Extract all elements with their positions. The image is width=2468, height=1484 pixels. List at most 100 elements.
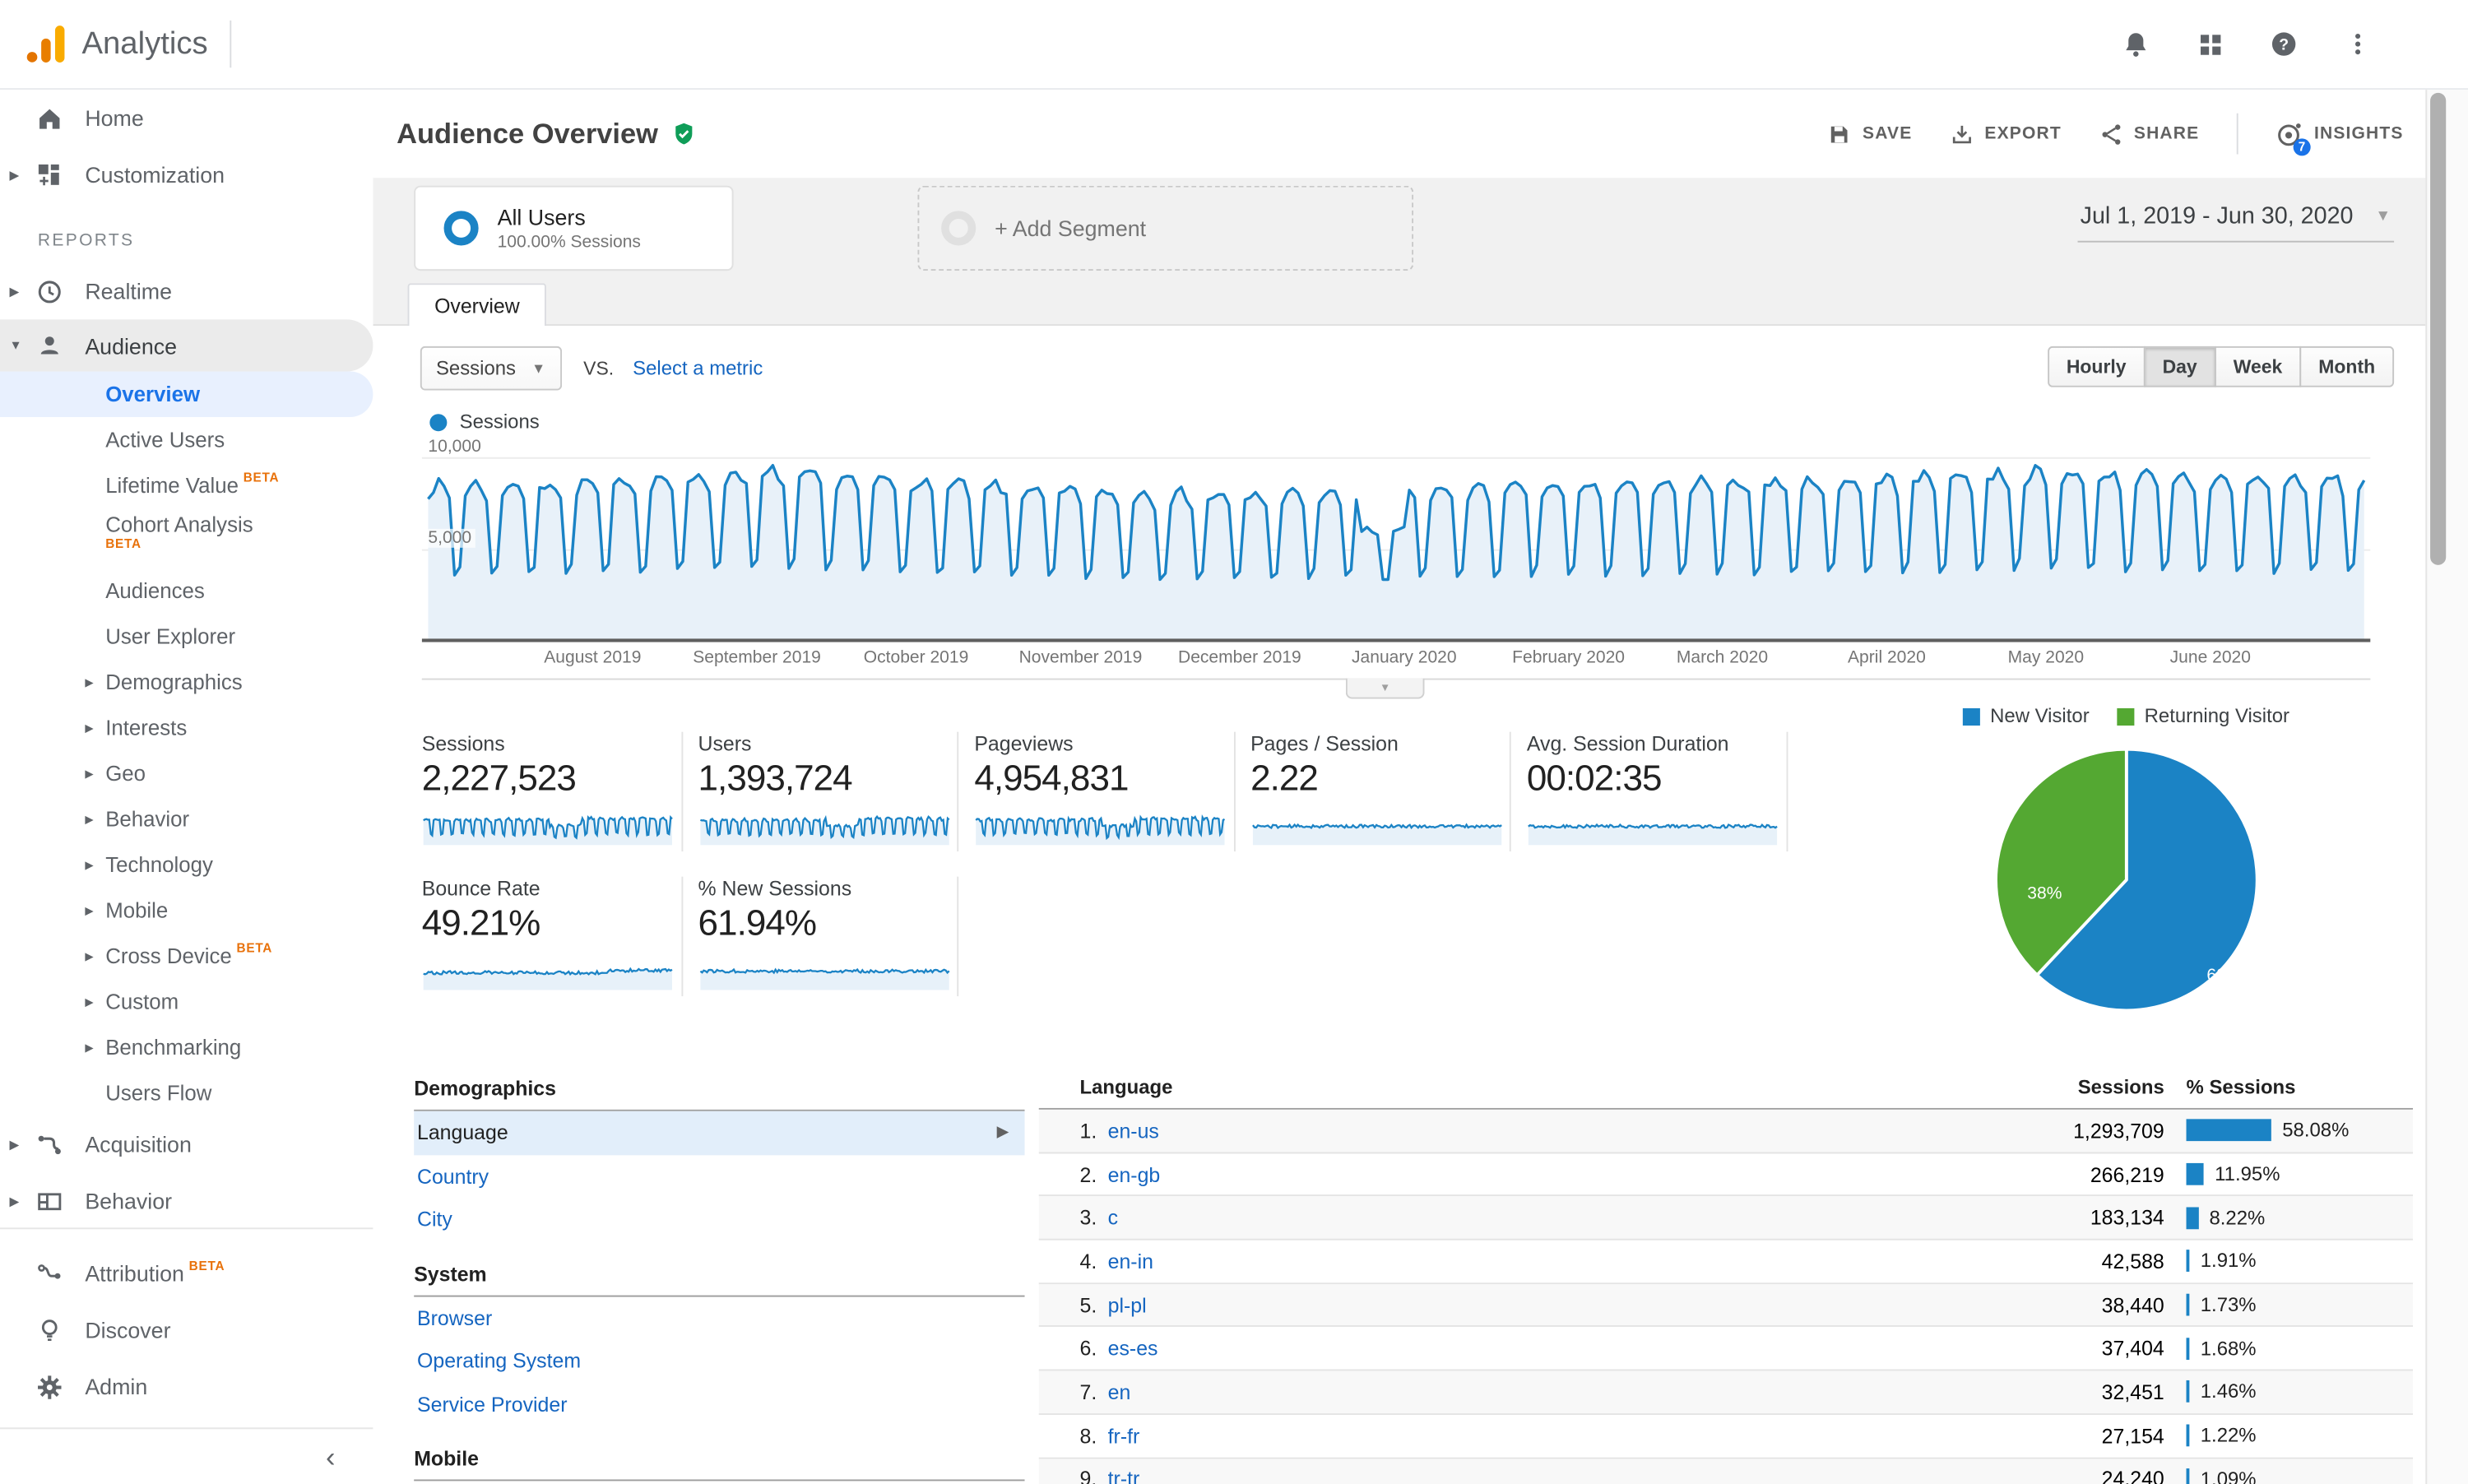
- new-visitor-swatch-icon: [1963, 707, 1981, 726]
- cell-sessions: 27,154: [2101, 1423, 2164, 1448]
- granularity-week[interactable]: Week: [2214, 345, 2302, 387]
- scorecard-pageviews[interactable]: Pageviews 4,954,831: [974, 731, 1235, 852]
- annotations-expander[interactable]: ▼: [1345, 678, 1425, 699]
- chevron-expanded-icon[interactable]: ▼: [0, 338, 31, 352]
- scorecard-bounce-rate[interactable]: Bounce Rate 49.21%: [422, 876, 683, 998]
- sidebar-item-interests[interactable]: ▶ Interests: [0, 705, 373, 750]
- sidebar-item-acquisition[interactable]: ▶ Acquisition: [0, 1116, 373, 1173]
- sidebar-item-cohort-analysis[interactable]: Cohort Analysis BETA: [0, 508, 373, 568]
- sidebar-item-behavior[interactable]: ▶ Behavior: [0, 1172, 373, 1229]
- scorecard-pages-session[interactable]: Pages / Session 2.22: [1250, 731, 1511, 853]
- col-header-language[interactable]: Language: [1039, 1077, 1739, 1099]
- chevron-collapsed-icon[interactable]: ▶: [85, 904, 105, 916]
- sidebar-item-user-explorer[interactable]: User Explorer: [0, 614, 373, 659]
- sidebar-item-admin[interactable]: Admin: [0, 1358, 373, 1415]
- language-link[interactable]: en-gb: [1108, 1162, 1161, 1186]
- page-scrollbar[interactable]: [2425, 90, 2468, 1484]
- sidebar-item-custom[interactable]: ▶ Custom: [0, 979, 373, 1024]
- visitor-type-panel: New Visitor Returning Visitor 38% 62%: [1946, 705, 2308, 1013]
- chevron-collapsed-icon[interactable]: ▶: [85, 768, 105, 780]
- dimension-link-demographics-city[interactable]: City: [414, 1198, 1024, 1241]
- language-link[interactable]: en-us: [1108, 1119, 1159, 1143]
- scorecard-sparkline: [422, 949, 681, 998]
- granularity-hourly[interactable]: Hourly: [2047, 345, 2146, 387]
- help-icon[interactable]: ?: [2268, 28, 2299, 59]
- sidebar-item-mobile[interactable]: ▶ Mobile: [0, 888, 373, 933]
- chevron-collapsed-icon[interactable]: ▶: [85, 995, 105, 1008]
- chevron-collapsed-icon[interactable]: ▶: [0, 1194, 31, 1208]
- sidebar-item-realtime[interactable]: ▶ Realtime: [0, 263, 373, 320]
- sidebar-item-geo[interactable]: ▶ Geo: [0, 751, 373, 796]
- chevron-collapsed-icon[interactable]: ▶: [85, 1041, 105, 1054]
- notifications-icon[interactable]: [2120, 28, 2151, 59]
- select-metric-link[interactable]: Select a metric: [633, 357, 763, 379]
- sidebar-item-discover[interactable]: Discover: [0, 1301, 373, 1358]
- sidebar-item-demographics[interactable]: ▶ Demographics: [0, 660, 373, 705]
- language-link[interactable]: es-es: [1108, 1337, 1158, 1361]
- scorecard-label: % New Sessions: [698, 876, 852, 901]
- sidebar-item-behavior[interactable]: ▶ Behavior: [0, 796, 373, 842]
- granularity-day[interactable]: Day: [2143, 345, 2216, 387]
- dimension-link-mobile-operating-system[interactable]: Operating System: [414, 1481, 1024, 1484]
- x-axis-label-march-2020: March 2020: [1676, 648, 1769, 668]
- pct-bar: [2186, 1162, 2204, 1185]
- sidebar-item-users-flow[interactable]: Users Flow: [0, 1070, 373, 1115]
- language-link[interactable]: tr-tr: [1108, 1468, 1140, 1484]
- chevron-collapsed-icon[interactable]: ▶: [85, 950, 105, 962]
- add-segment-button[interactable]: + Add Segment: [917, 185, 1414, 271]
- dimension-link-system-operating-system[interactable]: Operating System: [414, 1339, 1024, 1383]
- language-link[interactable]: en: [1108, 1380, 1131, 1404]
- more-vertical-icon[interactable]: [2342, 28, 2373, 59]
- share-button[interactable]: SHARE: [2099, 122, 2200, 146]
- tab-overview[interactable]: Overview: [407, 283, 547, 327]
- segment-all-users[interactable]: All Users 100.00% Sessions: [414, 185, 734, 271]
- sidebar-item-cross-device[interactable]: ▶ Cross Device BETA: [0, 934, 373, 979]
- sessions-line-chart[interactable]: 10,000 5,000: [421, 434, 2371, 642]
- dimension-link-system-browser[interactable]: Browser: [414, 1296, 1024, 1340]
- apps-grid-icon[interactable]: [2194, 28, 2225, 59]
- scorecard-new-sessions[interactable]: % New Sessions 61.94%: [698, 876, 959, 997]
- chevron-collapsed-icon[interactable]: ▶: [85, 721, 105, 734]
- date-range-selector[interactable]: Jul 1, 2019 - Jun 30, 2020 ▼: [2076, 200, 2395, 243]
- sidebar-item-overview[interactable]: Overview: [0, 371, 373, 418]
- dimension-link-demographics-language[interactable]: Language ▶: [414, 1111, 1025, 1155]
- granularity-month[interactable]: Month: [2299, 345, 2395, 387]
- sidebar-item-home[interactable]: Home: [0, 90, 373, 146]
- analytics-logo[interactable]: Analytics: [0, 20, 232, 68]
- sidebar-item-lifetime-value[interactable]: Lifetime Value BETA: [0, 463, 373, 508]
- chevron-collapsed-icon[interactable]: ▶: [0, 168, 31, 182]
- visitor-type-pie-chart[interactable]: 38% 62%: [1946, 746, 2308, 1013]
- dimension-link-system-service-provider[interactable]: Service Provider: [414, 1383, 1024, 1426]
- col-header-sessions[interactable]: Sessions: [1739, 1077, 2164, 1099]
- insights-button[interactable]: 7 INSIGHTS: [2276, 120, 2403, 155]
- chevron-collapsed-icon[interactable]: ▶: [0, 1137, 31, 1151]
- col-header-pct-sessions[interactable]: % Sessions: [2187, 1077, 2296, 1099]
- sidebar-item-customization[interactable]: ▶ Customization: [0, 146, 373, 203]
- legend-new-visitor: New Visitor: [1963, 705, 2090, 727]
- sidebar-item-audiences[interactable]: Audiences: [0, 568, 373, 614]
- language-link[interactable]: pl-pl: [1108, 1293, 1147, 1317]
- sidebar-item-benchmarking[interactable]: ▶ Benchmarking: [0, 1025, 373, 1070]
- metric-select-dropdown[interactable]: Sessions ▼: [420, 345, 562, 391]
- scrollbar-thumb[interactable]: [2430, 92, 2447, 565]
- collapse-sidebar-icon[interactable]: ‹: [326, 1443, 335, 1471]
- sidebar-item-attribution[interactable]: Attribution BETA: [0, 1245, 373, 1301]
- scorecard-users[interactable]: Users 1,393,724: [698, 731, 959, 852]
- export-button[interactable]: EXPORT: [1950, 122, 2062, 146]
- chevron-collapsed-icon[interactable]: ▶: [85, 813, 105, 825]
- dimension-link-demographics-country[interactable]: Country: [414, 1154, 1024, 1198]
- sidebar-item-active-users[interactable]: Active Users: [0, 417, 373, 462]
- sidebar-item-audience[interactable]: ▼ Audience: [0, 319, 373, 372]
- scorecard-sparkline: [1250, 805, 1510, 853]
- scorecard-value: 4,954,831: [974, 757, 1129, 799]
- save-button[interactable]: SAVE: [1828, 122, 1912, 146]
- chevron-collapsed-icon[interactable]: ▶: [0, 284, 31, 298]
- language-link[interactable]: en-in: [1108, 1250, 1153, 1273]
- scorecard-avg-session-duration[interactable]: Avg. Session Duration 00:02:35: [1527, 731, 1788, 852]
- language-link[interactable]: fr-fr: [1108, 1424, 1140, 1448]
- chevron-collapsed-icon[interactable]: ▶: [85, 859, 105, 871]
- language-link[interactable]: c: [1108, 1206, 1118, 1230]
- sidebar-item-technology[interactable]: ▶ Technology: [0, 842, 373, 888]
- scorecard-sessions[interactable]: Sessions 2,227,523: [422, 731, 683, 852]
- chevron-collapsed-icon[interactable]: ▶: [85, 676, 105, 689]
